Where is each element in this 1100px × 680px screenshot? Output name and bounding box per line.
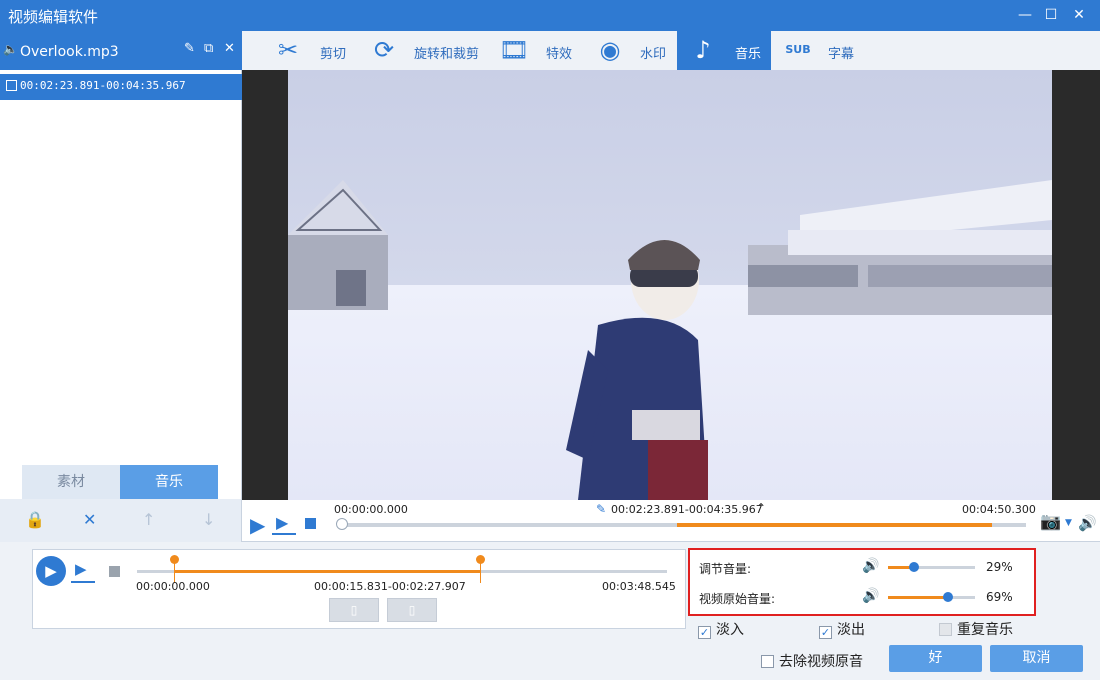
video-preview [242,70,1100,500]
minimize-button[interactable]: — [1012,3,1038,27]
stop-icon[interactable] [305,518,316,529]
music-note-icon: ♪ [695,36,711,64]
tab-music[interactable]: 音乐 [120,465,218,499]
music-end-time: 00:03:48.545 [602,580,676,593]
music-segment-underline [71,581,95,583]
left-tabs: 素材 音乐 [22,465,218,499]
video-frame [288,70,1052,500]
trim-end-handle[interactable] [476,555,485,583]
music-settings-area: ▶ ▶ 00:00:00.000 00:00:15.831-00:02:27.9… [0,543,1100,680]
checkmark-icon: ✓ [698,626,711,639]
tab-music-tool[interactable]: ♪ 音乐 [677,31,771,70]
progress-knob[interactable] [336,518,348,530]
edit-icon[interactable]: ✎ [184,41,195,56]
remove-icon[interactable]: ✕ [83,510,96,529]
subtitle-icon: SUB [785,43,811,56]
segment-range-text: 00:02:23.891-00:04:35.967 [20,79,186,92]
volume-icon[interactable]: 🔊 [1078,514,1097,532]
move-down-icon[interactable]: ↓ [202,510,215,529]
adjust-volume-label: 调节音量: [699,562,752,576]
speaker-icon: 🔊 [862,588,880,604]
current-time: 00:00:00.000 [334,503,408,516]
rotate-crop-icon: ⟳ [373,36,395,64]
effects-icon: 🎞 [498,36,530,64]
fade-out-checkbox[interactable]: ✓ 淡出 [819,619,865,639]
original-volume-slider[interactable] [888,592,975,602]
lock-icon[interactable]: 🔒 [25,510,45,529]
segment-checkbox[interactable] [6,80,17,91]
watermark-icon: ◉ [599,36,621,64]
copy-icon[interactable]: ⧉ [204,41,213,56]
progress-track[interactable] [336,518,1026,530]
play-icon[interactable]: ▶ [250,513,265,537]
cancel-button[interactable]: 取消 [990,645,1083,672]
original-volume-value: 69% [986,590,1013,604]
tab-materials[interactable]: 素材 [22,465,120,499]
music-volume-slider[interactable] [888,562,975,572]
maximize-button[interactable]: ☐ [1038,3,1064,27]
volume-settings: 调节音量: 🔊 29% 视频原始音量: 🔊 69% [688,548,1036,616]
set-start-button[interactable]: ▯ [329,598,379,622]
tab-effects[interactable]: 🎞 特效 [498,31,578,70]
move-up-icon[interactable]: ↑ [142,510,155,529]
tab-rotate-crop[interactable]: ⟳ 旋转和裁剪 [368,31,486,70]
music-trim-track[interactable] [137,555,667,583]
edit-segment-icon[interactable]: ✎ [596,502,606,516]
music-volume-value: 29% [986,560,1013,574]
original-volume-knob[interactable] [943,592,953,602]
video-image [288,70,1052,500]
music-range-time: 00:00:15.831-00:02:27.907 [314,580,466,593]
chevron-down-icon[interactable]: ▼ [1065,518,1072,528]
chevron-up-icon[interactable]: ⌃ [756,501,766,515]
music-trim-fill [174,570,480,573]
speaker-icon: 🔈 [3,42,18,56]
music-trim-panel: ▶ ▶ 00:00:00.000 00:00:15.831-00:02:27.9… [32,549,686,629]
set-end-button[interactable]: ▯ [387,598,437,622]
media-list-panel: 🔈 Overlook.mp3 ✎ ⧉ ✕ 00:02:23.891-00:04:… [0,31,242,542]
total-time: 00:04:50.300 [962,503,1036,516]
title-bar: 视频编辑软件 — ☐ ✕ [0,0,1100,31]
music-volume-knob[interactable] [909,562,919,572]
play-segment-music-icon[interactable]: ▶ [75,560,87,578]
playback-controls: ▶ ▶ 00:00:00.000 ✎ 00:02:23.891-00:04:35… [242,500,1100,542]
close-button[interactable]: ✕ [1066,3,1092,27]
selected-file-header[interactable]: 🔈 Overlook.mp3 ✎ ⧉ ✕ [0,31,242,70]
segment-range-label: 00:02:23.891-00:04:35.967 [611,503,763,516]
play-music-button[interactable]: ▶ [36,556,66,586]
list-actions-bar: 🔒 ✕ ↑ ↓ [0,499,241,542]
progress-segment-fill [677,523,992,527]
fade-in-checkbox[interactable]: ✓ 淡入 [698,619,744,639]
tab-subtitle[interactable]: SUB 字幕 [782,31,862,70]
delete-icon[interactable]: ✕ [224,41,235,56]
scissors-icon: ✂ [277,36,299,64]
music-start-time: 00:00:00.000 [136,580,210,593]
tab-cut[interactable]: ✂ 剪切 [272,31,352,70]
ok-button[interactable]: 好 [889,645,982,672]
play-segment-icon[interactable]: ▶ [276,513,288,532]
speaker-icon: 🔊 [862,558,880,574]
segment-underline [272,533,296,535]
checkmark-icon: ✓ [819,626,832,639]
original-volume-label: 视频原始音量: [699,592,776,606]
tab-watermark[interactable]: ◉ 水印 [594,31,674,70]
segment-item[interactable]: 00:02:23.891-00:04:35.967 [0,74,242,100]
remove-original-audio-checkbox[interactable]: 去除视频原音 [761,651,863,671]
stop-music-icon[interactable] [109,566,120,577]
original-volume-fill [888,596,948,599]
window-title: 视频编辑软件 [8,8,99,26]
repeat-music-checkbox[interactable]: 重复音乐 [939,619,1013,639]
camera-icon[interactable]: 📷 [1040,512,1061,532]
edit-toolbar: ✂ 剪切 ⟳ 旋转和裁剪 🎞 特效 ◉ 水印 ♪ 音乐 SUB 字幕 [242,31,1100,70]
file-name: Overlook.mp3 [20,44,119,60]
